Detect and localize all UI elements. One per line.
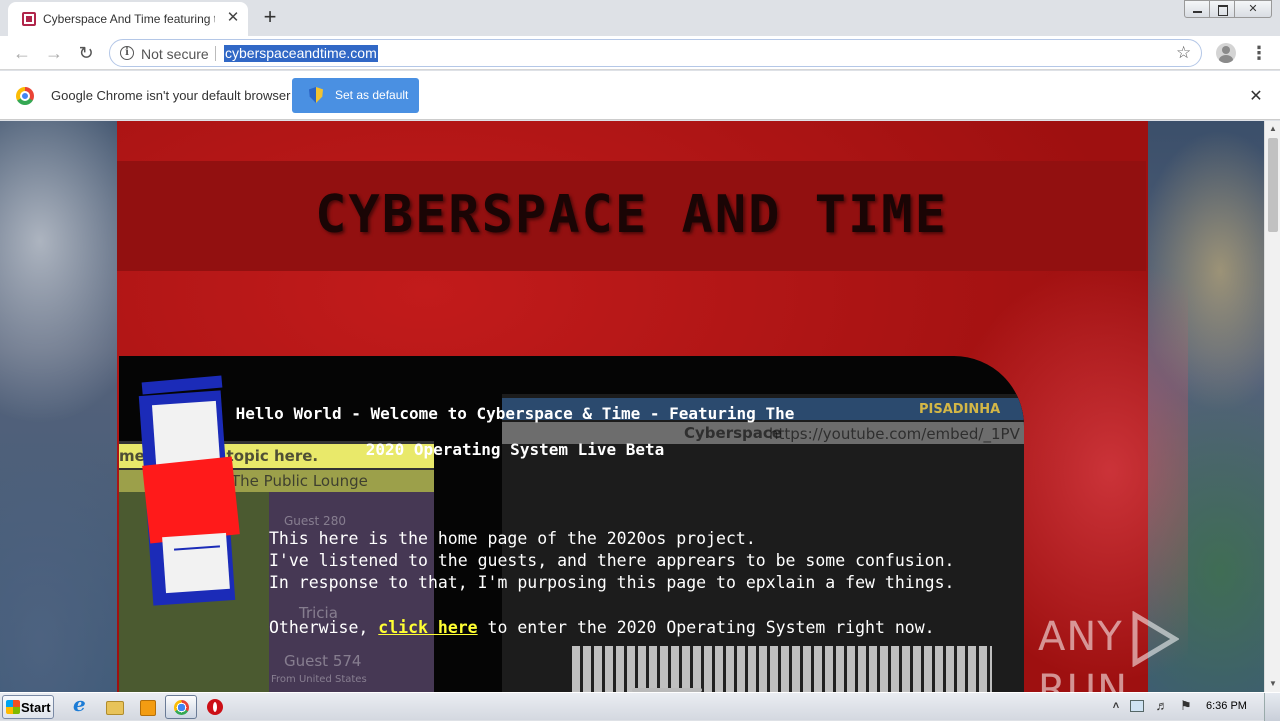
- site-title: CYBERSPACE AND TIME: [315, 185, 948, 245]
- uac-shield-icon: [309, 87, 323, 103]
- action-center-flag-icon[interactable]: ⚑: [1178, 698, 1194, 714]
- browser-toolbar: ← → ↻ i Not secure cyberspaceandtime.com…: [0, 36, 1280, 70]
- tab-close-icon[interactable]: ✕: [224, 9, 242, 27]
- scroll-up-arrow-icon[interactable]: ▲: [1265, 121, 1280, 137]
- tray-expand-icon[interactable]: ˄: [1108, 698, 1124, 714]
- taskbar-clock[interactable]: 6:36 PM: [1206, 700, 1247, 712]
- browser-tab[interactable]: Cyberspace And Time featuring the ✕: [8, 2, 248, 36]
- collage-lounge-label: The Public Lounge: [231, 472, 368, 490]
- info-icon[interactable]: i: [120, 46, 134, 60]
- bookmark-star-icon[interactable]: ☆: [1176, 43, 1191, 63]
- welcome-heading-line1: Hello World - Welcome to Cyberspace & Ti…: [235, 404, 795, 423]
- kebab-menu-icon[interactable]: ⋮: [1250, 40, 1268, 66]
- chrome-logo-icon: [16, 87, 34, 105]
- welcome-heading-line2: 2020 Operating System Live Beta: [365, 440, 665, 459]
- volume-icon[interactable]: ♬: [1154, 698, 1170, 714]
- window-close-button[interactable]: [1234, 0, 1272, 18]
- file-explorer-icon[interactable]: [101, 696, 127, 718]
- watermark-any: ANY: [1038, 614, 1123, 660]
- intro-line-1: This here is the home page of the 2020os…: [269, 529, 756, 548]
- watermark-play-icon: [1132, 611, 1179, 667]
- new-tab-button[interactable]: +: [258, 6, 282, 30]
- site-favicon-icon: [22, 12, 36, 26]
- enter-os-line: Otherwise, click here to enter the 2020 …: [269, 618, 935, 637]
- internet-explorer-icon[interactable]: [68, 692, 94, 718]
- start-button[interactable]: Start: [2, 695, 54, 719]
- logo-white-lower: [162, 532, 230, 594]
- collage-piano-keys: [572, 646, 992, 692]
- back-arrow-icon[interactable]: ←: [9, 40, 35, 66]
- collage-guest-280: Guest 280: [284, 514, 346, 528]
- set-as-default-button[interactable]: Set as default: [292, 78, 419, 113]
- click-here-link[interactable]: click here: [378, 618, 477, 637]
- scroll-down-arrow-icon[interactable]: ▼: [1265, 676, 1280, 692]
- enter-os-prefix: Otherwise,: [269, 618, 379, 637]
- logo-red-square: [142, 456, 240, 544]
- enter-os-suffix: to enter the 2020 Operating System right…: [477, 618, 935, 637]
- reload-icon[interactable]: ↻: [73, 40, 99, 66]
- profile-avatar-icon[interactable]: [1216, 43, 1236, 63]
- tab-strip: Cyberspace And Time featuring the ✕ +: [0, 0, 1280, 36]
- network-icon[interactable]: [1130, 700, 1144, 712]
- page-viewport: CYBERSPACE AND TIME me ... to set topic …: [0, 121, 1264, 692]
- windows-flag-icon: [6, 700, 20, 714]
- show-desktop-button[interactable]: [1264, 693, 1280, 721]
- default-browser-infobar: Google Chrome isn't your default browser…: [0, 71, 1280, 120]
- watermark-run: RUN: [1038, 667, 1128, 692]
- set-as-default-label: Set as default: [335, 88, 409, 102]
- windows-taskbar: Start ˄ ♬ ⚑ 6:36 PM: [0, 692, 1280, 721]
- url-text[interactable]: cyberspaceandtime.com: [224, 45, 378, 62]
- address-bar[interactable]: i Not secure cyberspaceandtime.com ☆: [109, 39, 1202, 67]
- security-label[interactable]: Not secure: [141, 46, 209, 62]
- collage-from-label: From United States: [271, 674, 367, 685]
- window-minimize-button[interactable]: [1184, 0, 1210, 18]
- start-label: Start: [21, 700, 51, 715]
- system-tray: ˄ ♬ ⚑: [1106, 696, 1202, 718]
- intro-line-2: I've listened to the guests, and there a…: [269, 551, 955, 570]
- anyrun-watermark: ANY RUN: [1038, 611, 1264, 692]
- scrollbar-thumb[interactable]: [1268, 138, 1278, 232]
- intro-line-3: In response to that, I'm purposing this …: [269, 573, 955, 592]
- chrome-taskbar-icon[interactable]: [165, 695, 197, 719]
- tab-title: Cyberspace And Time featuring the: [43, 12, 215, 26]
- infobar-message: Google Chrome isn't your default browser: [51, 88, 291, 103]
- media-player-icon[interactable]: [134, 696, 160, 718]
- opera-icon[interactable]: [202, 696, 228, 718]
- omnibox-divider: [215, 46, 216, 61]
- window-restore-button[interactable]: [1209, 0, 1235, 18]
- vertical-scrollbar[interactable]: ▲ ▼: [1264, 121, 1280, 692]
- infobar-close-icon[interactable]: ✕: [1246, 86, 1266, 106]
- collage-guest-574: Guest 574: [284, 652, 362, 670]
- forward-arrow-icon[interactable]: →: [41, 40, 67, 66]
